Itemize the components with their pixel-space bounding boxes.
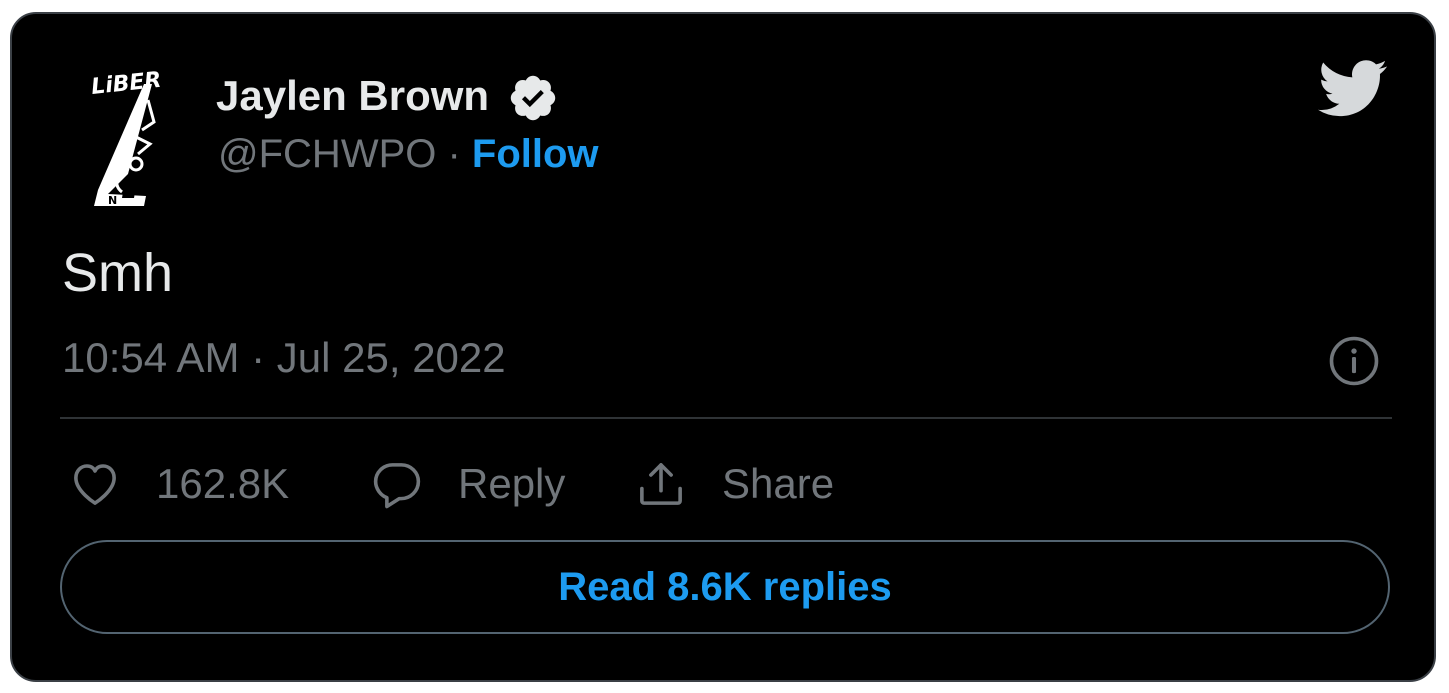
svg-text:N: N — [108, 194, 117, 207]
reply-button[interactable]: Reply — [370, 454, 565, 514]
speech-bubble-icon — [373, 463, 421, 509]
tweet-timestamp[interactable]: 10:54 AM · Jul 25, 2022 — [62, 334, 506, 382]
reply-label: Reply — [458, 460, 566, 507]
avatar-logo-icon: LiBER N — [90, 68, 163, 207]
share-upload-icon — [640, 463, 682, 505]
twitter-bird-icon[interactable] — [1318, 58, 1388, 120]
like-button[interactable]: 162.8K — [68, 454, 289, 514]
like-count: 162.8K — [156, 460, 290, 507]
read-replies-button[interactable]: Read 8.6K replies — [60, 540, 1390, 634]
divider — [60, 417, 1392, 419]
author-name[interactable]: Jaylen Brown — [216, 72, 489, 120]
tweet-card: LiBER N Jaylen Brown @FCHWPO · Follow Sm… — [10, 12, 1436, 682]
heart-icon — [74, 464, 116, 505]
svg-text:LiBER: LiBER — [90, 68, 163, 100]
avatar[interactable]: LiBER N — [88, 64, 212, 212]
verified-badge-icon — [510, 75, 556, 121]
share-button[interactable]: Share — [634, 454, 834, 514]
share-label: Share — [722, 460, 835, 507]
tweet-text: Smh — [62, 243, 174, 303]
handle-separator: · — [436, 132, 472, 176]
follow-link[interactable]: Follow — [472, 132, 599, 176]
author-handle[interactable]: @FCHWPO — [218, 132, 436, 176]
handle-row: @FCHWPO · Follow — [218, 132, 599, 177]
info-icon[interactable] — [1327, 334, 1381, 388]
